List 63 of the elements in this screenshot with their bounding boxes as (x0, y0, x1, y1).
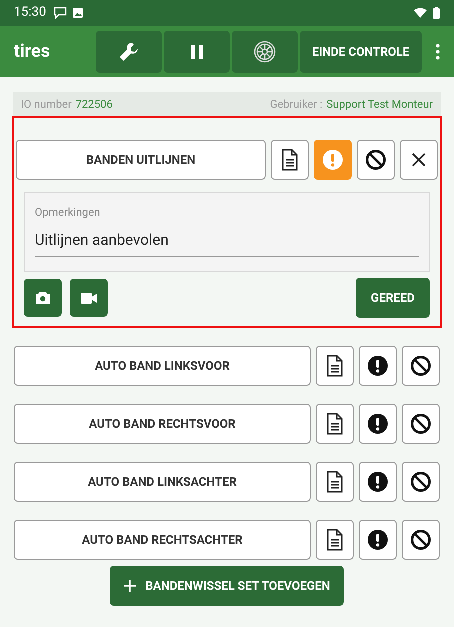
document-icon (281, 149, 299, 171)
not-applicable-button[interactable] (402, 520, 440, 560)
warning-button[interactable] (359, 520, 397, 560)
exclamation-icon (367, 355, 389, 377)
item-button[interactable]: AUTO BAND LINKSACHTER (14, 462, 311, 502)
document-icon (326, 471, 344, 493)
wrench-icon (119, 42, 139, 62)
tire-icon (254, 40, 276, 62)
tire-button[interactable] (232, 30, 298, 72)
warning-button[interactable] (359, 404, 397, 444)
image-icon (73, 8, 84, 18)
battery-icon (433, 7, 440, 19)
exclamation-icon (367, 471, 389, 493)
notes-button[interactable] (316, 462, 354, 502)
end-check-button[interactable]: EINDE CONTROLE (300, 30, 422, 72)
not-applicable-button[interactable] (402, 346, 440, 386)
video-camera-icon (81, 292, 97, 304)
remarks-label: Opmerkingen (35, 205, 102, 221)
notes-button[interactable] (316, 404, 354, 444)
item-button[interactable]: BANDEN UITLIJNEN (16, 140, 266, 180)
document-icon (326, 355, 344, 377)
prohibited-icon (410, 413, 432, 435)
tools-button[interactable] (96, 30, 162, 72)
message-icon (54, 7, 68, 19)
app-title: tires (14, 40, 52, 64)
not-applicable-button[interactable] (402, 404, 440, 444)
user-label: Gebruiker : (270, 96, 323, 112)
prohibited-icon (410, 529, 432, 551)
io-label: IO number (21, 96, 72, 112)
close-icon (412, 153, 426, 167)
prohibited-icon (410, 355, 432, 377)
wifi-icon (414, 8, 427, 18)
warning-button[interactable] (359, 462, 397, 502)
notes-button[interactable] (316, 346, 354, 386)
done-button[interactable]: GEREED (356, 278, 430, 318)
document-icon (326, 529, 344, 551)
add-set-button[interactable]: BANDENWISSEL SET TOEVOEGEN (110, 566, 344, 606)
remarks-field[interactable]: Uitlijnen aanbevolen (35, 228, 419, 257)
warning-button[interactable] (359, 346, 397, 386)
not-applicable-button[interactable] (357, 140, 395, 180)
io-number: 722506 (76, 96, 113, 112)
close-button[interactable] (400, 140, 438, 180)
prohibited-icon (410, 471, 432, 493)
user-name: Support Test Monteur (326, 96, 433, 112)
more-icon[interactable] (436, 44, 440, 60)
notes-button[interactable] (316, 520, 354, 560)
camera-icon (35, 291, 51, 305)
item-button[interactable]: AUTO BAND RECHTSACHTER (14, 520, 311, 560)
prohibited-icon (365, 149, 387, 171)
exclamation-icon (367, 413, 389, 435)
item-button[interactable]: AUTO BAND LINKSVOOR (14, 346, 311, 386)
exclamation-icon (322, 149, 344, 171)
video-button[interactable] (70, 279, 108, 317)
plus-icon (124, 580, 136, 592)
camera-button[interactable] (24, 279, 62, 317)
pause-icon (191, 44, 203, 58)
notes-button[interactable] (271, 140, 309, 180)
not-applicable-button[interactable] (402, 462, 440, 502)
item-button[interactable]: AUTO BAND RECHTSVOOR (14, 404, 311, 444)
exclamation-icon (367, 529, 389, 551)
clock: 15:30 (14, 4, 46, 22)
document-icon (326, 413, 344, 435)
pause-button[interactable] (164, 30, 230, 72)
